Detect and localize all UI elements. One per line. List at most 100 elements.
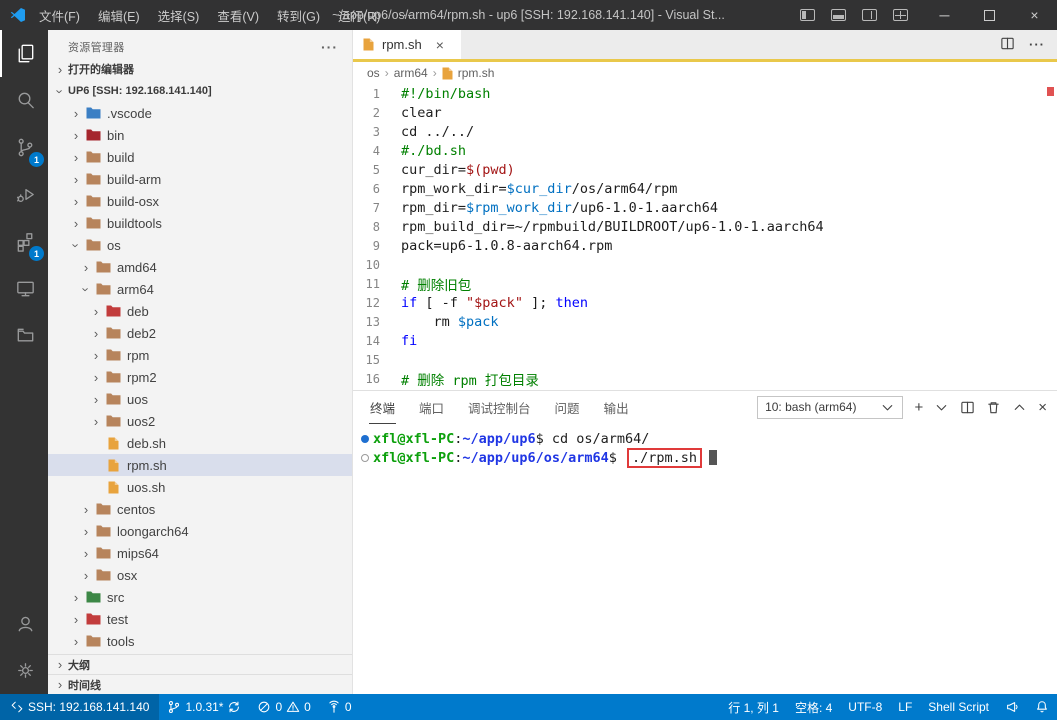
- account-icon[interactable]: [0, 600, 48, 647]
- code-line[interactable]: 2 clear: [353, 103, 1057, 122]
- tree-item-amd64[interactable]: › amd64: [48, 256, 352, 278]
- terminal-picker[interactable]: 10: bash (arm64): [757, 395, 904, 419]
- code-line[interactable]: 9 pack=up6-1.0.8-aarch64.rpm: [353, 236, 1057, 255]
- timeline-section[interactable]: › 时间线: [48, 674, 352, 694]
- panel-tab-终端[interactable]: 终端: [369, 390, 397, 424]
- search-icon[interactable]: [0, 77, 48, 124]
- panel-tab-问题[interactable]: 问题: [554, 390, 581, 424]
- code-line[interactable]: 14 fi: [353, 331, 1057, 350]
- indentation[interactable]: 空格: 4: [787, 694, 840, 720]
- code-line[interactable]: 15: [353, 350, 1057, 369]
- code-line[interactable]: 10: [353, 255, 1057, 274]
- tree-item-buildtools[interactable]: › buildtools: [48, 212, 352, 234]
- tree-item-osx[interactable]: › osx: [48, 564, 352, 586]
- terminal[interactable]: xfl@xfl-PC: ~/app/up6 $ cd os/arm64/xfl@xf…: [353, 423, 1057, 694]
- panel-tab-端口[interactable]: 端口: [418, 390, 445, 424]
- more-actions-icon[interactable]: ···: [1029, 37, 1045, 52]
- tree-item-centos[interactable]: › centos: [48, 498, 352, 520]
- maximize-icon[interactable]: [967, 0, 1012, 30]
- code-line[interactable]: 7 rpm_dir=$rpm_work_dir/up6-1.0-1.aarch64: [353, 198, 1057, 217]
- source-control-icon[interactable]: 1: [0, 124, 48, 171]
- breadcrumb-item[interactable]: arm64: [394, 66, 428, 80]
- code-line[interactable]: 12 if [ -f "$pack" ]; then: [353, 293, 1057, 312]
- tree-item-tools[interactable]: › tools: [48, 630, 352, 652]
- menu-item[interactable]: 文件(F): [30, 0, 89, 30]
- tree-item-rpm.sh[interactable]: rpm.sh: [48, 454, 352, 476]
- tree-item-uos2[interactable]: › uos2: [48, 410, 352, 432]
- breadcrumb-item[interactable]: rpm.sh: [458, 66, 495, 80]
- terminal-line[interactable]: xfl@xfl-PC: ~/app/up6 $ cd os/arm64/: [357, 429, 1057, 448]
- cursor-position[interactable]: 行 1, 列 1: [720, 694, 787, 720]
- code-line[interactable]: 6 rpm_work_dir=$cur_dir/os/arm64/rpm: [353, 179, 1057, 198]
- menu-item[interactable]: 编辑(E): [89, 0, 149, 30]
- code-line[interactable]: 4 #./bd.sh: [353, 141, 1057, 160]
- problems-status[interactable]: 0 0: [249, 694, 318, 720]
- extensions-icon[interactable]: 1: [0, 218, 48, 265]
- split-editor-icon[interactable]: [1000, 36, 1015, 54]
- tree-item-.vscode[interactable]: › .vscode: [48, 102, 352, 124]
- customize-layout-icon[interactable]: [893, 9, 908, 21]
- tree-item-build[interactable]: › build: [48, 146, 352, 168]
- code-line[interactable]: 11 # 删除旧包: [353, 274, 1057, 294]
- close-tab-icon[interactable]: ×: [436, 37, 444, 53]
- settings-gear-icon[interactable]: [0, 647, 48, 694]
- remote-indicator[interactable]: SSH: 192.168.141.140: [0, 694, 160, 720]
- file-explorer-icon[interactable]: [0, 312, 48, 359]
- run-debug-icon[interactable]: [0, 171, 48, 218]
- code-line[interactable]: 5 cur_dir=$(pwd): [353, 160, 1057, 179]
- remote-explorer-icon[interactable]: [0, 265, 48, 312]
- language-mode[interactable]: Shell Script: [920, 694, 997, 720]
- toggle-panel-icon[interactable]: [831, 9, 846, 21]
- open-editors-section[interactable]: › 打开的编辑器: [48, 58, 352, 80]
- tree-item-test[interactable]: › test: [48, 608, 352, 630]
- tree-item-rpm[interactable]: › rpm: [48, 344, 352, 366]
- tree-item-mips64[interactable]: › mips64: [48, 542, 352, 564]
- tree-item-build-arm[interactable]: › build-arm: [48, 168, 352, 190]
- tree-item-deb[interactable]: › deb: [48, 300, 352, 322]
- tree-item-uos[interactable]: › uos: [48, 388, 352, 410]
- terminal-dropdown-icon[interactable]: [934, 400, 949, 415]
- close-icon[interactable]: ×: [1012, 0, 1057, 30]
- new-terminal-icon[interactable]: +: [914, 399, 923, 416]
- code-editor[interactable]: 1 #!/bin/bash 2 clear 3 cd ../../ 4 #./bd.sh 5 cu…: [353, 84, 1057, 390]
- feedback-icon[interactable]: [997, 694, 1027, 720]
- menu-item[interactable]: 查看(V): [208, 0, 268, 30]
- tree-item-deb.sh[interactable]: deb.sh: [48, 432, 352, 454]
- toggle-sidebar-icon[interactable]: [800, 9, 815, 21]
- tree-item-arm64[interactable]: › arm64: [48, 278, 352, 300]
- tree-item-os[interactable]: › os: [48, 234, 352, 256]
- outline-section[interactable]: › 大纲: [48, 654, 352, 674]
- workspace-root[interactable]: › UP6 [SSH: 192.168.141.140]: [48, 80, 352, 102]
- panel-tab-输出[interactable]: 输出: [603, 390, 630, 424]
- explorer-icon[interactable]: [0, 30, 48, 77]
- notifications-bell-icon[interactable]: [1027, 694, 1057, 720]
- eol-selector[interactable]: LF: [890, 694, 920, 720]
- tree-item-uos.sh[interactable]: uos.sh: [48, 476, 352, 498]
- maximize-panel-icon[interactable]: [1012, 400, 1027, 415]
- ports-status[interactable]: 0: [319, 694, 360, 720]
- code-line[interactable]: 1 #!/bin/bash: [353, 84, 1057, 103]
- encoding[interactable]: UTF-8: [840, 694, 890, 720]
- breadcrumb-item[interactable]: os: [367, 66, 380, 80]
- toggle-secondary-sidebar-icon[interactable]: [862, 9, 877, 21]
- code-line[interactable]: 16 # 删除 rpm 打包目录: [353, 369, 1057, 389]
- tree-item-build-osx[interactable]: › build-osx: [48, 190, 352, 212]
- kill-terminal-icon[interactable]: [986, 400, 1001, 415]
- tree-item-loongarch64[interactable]: › loongarch64: [48, 520, 352, 542]
- tree-item-deb2[interactable]: › deb2: [48, 322, 352, 344]
- minimize-icon[interactable]: ─: [922, 0, 967, 30]
- menu-item[interactable]: 转到(G): [268, 0, 329, 30]
- menu-item[interactable]: 选择(S): [149, 0, 209, 30]
- code-line[interactable]: 8 rpm_build_dir=~/rpmbuild/BUILDROOT/up6-…: [353, 217, 1057, 236]
- terminal-line[interactable]: xfl@xfl-PC: ~/app/up6/os/arm64 $ ./rpm.sh: [357, 447, 1057, 468]
- tree-item-rpm2[interactable]: › rpm2: [48, 366, 352, 388]
- tree-item-src[interactable]: › src: [48, 586, 352, 608]
- tab-rpm-sh[interactable]: rpm.sh ×: [353, 30, 461, 59]
- code-line[interactable]: 13 rm $pack: [353, 312, 1057, 331]
- split-terminal-icon[interactable]: [960, 400, 975, 415]
- git-branch-status[interactable]: 1.0.31*: [159, 694, 249, 720]
- panel-tab-调试控制台[interactable]: 调试控制台: [467, 390, 532, 424]
- more-actions-icon[interactable]: ···: [321, 39, 338, 55]
- code-line[interactable]: 3 cd ../../: [353, 122, 1057, 141]
- close-panel-icon[interactable]: ×: [1038, 399, 1047, 416]
